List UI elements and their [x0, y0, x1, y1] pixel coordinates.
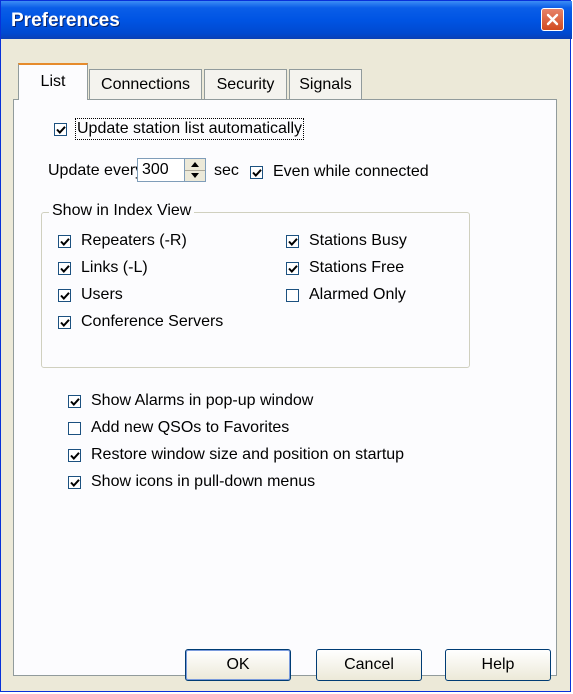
links-checkbox[interactable]: Links (-L) — [58, 259, 148, 277]
index-view-group-title: Show in Index View — [49, 202, 195, 220]
conference-servers-checkbox[interactable]: Conference Servers — [58, 313, 223, 331]
users-label: Users — [81, 286, 123, 303]
checkbox-box[interactable] — [68, 448, 81, 462]
show-alarms-popup-checkbox[interactable]: Show Alarms in pop-up window — [68, 392, 313, 410]
update-automatically-label: Update station list automatically — [75, 118, 304, 140]
index-view-group: Show in Index View Repeaters (-R) Links … — [41, 202, 470, 368]
checkbox-box[interactable] — [68, 475, 81, 489]
even-while-connected-checkbox[interactable]: Even while connected — [250, 163, 429, 181]
add-qsos-favorites-checkbox[interactable]: Add new QSOs to Favorites — [68, 419, 289, 437]
checkmark-icon — [60, 318, 70, 327]
add-qsos-favorites-label: Add new QSOs to Favorites — [91, 419, 290, 436]
checkbox-box[interactable] — [58, 261, 71, 275]
checkbox-box[interactable] — [68, 421, 81, 435]
ok-button[interactable]: OK — [185, 649, 291, 681]
checkbox-box[interactable] — [286, 288, 299, 302]
checkbox-box[interactable] — [286, 234, 299, 248]
update-every-label: Update every — [48, 162, 144, 179]
alarmed-only-checkbox[interactable]: Alarmed Only — [286, 286, 406, 304]
stations-free-checkbox[interactable]: Stations Free — [286, 259, 404, 277]
dialog-client-area: List Connections Security Signals Update… — [5, 39, 566, 687]
checkmark-icon — [70, 451, 80, 460]
links-label: Links (-L) — [81, 259, 148, 276]
checkbox-box[interactable] — [58, 315, 71, 329]
tab-panel-list: Update station list automatically Update… — [13, 99, 557, 676]
checkmark-icon — [70, 397, 80, 406]
show-icons-menus-label: Show icons in pull-down menus — [91, 473, 316, 490]
restore-window-label: Restore window size and position on star… — [91, 446, 405, 463]
tab-list[interactable]: List — [18, 63, 88, 100]
preferences-dialog: Preferences List Connections Security Si… — [0, 0, 572, 692]
tab-connections-label: Connections — [101, 76, 190, 93]
update-every-unit: sec — [214, 162, 239, 179]
spin-down-button[interactable] — [185, 170, 205, 181]
checkmark-icon — [60, 237, 70, 246]
tab-signals[interactable]: Signals — [289, 69, 362, 99]
checkmark-icon — [288, 237, 298, 246]
checkmark-icon — [70, 478, 80, 487]
arrow-up-icon — [191, 162, 199, 167]
title-bar[interactable]: Preferences — [1, 1, 572, 39]
restore-window-checkbox[interactable]: Restore window size and position on star… — [68, 446, 404, 464]
close-button[interactable] — [541, 8, 564, 31]
tab-signals-label: Signals — [299, 76, 352, 93]
update-interval-spinner[interactable] — [185, 158, 206, 182]
close-icon — [546, 13, 559, 26]
repeaters-checkbox[interactable]: Repeaters (-R) — [58, 232, 187, 250]
stations-busy-label: Stations Busy — [309, 232, 407, 249]
tab-connections[interactable]: Connections — [89, 69, 202, 99]
window-title: Preferences — [11, 10, 120, 31]
repeaters-label: Repeaters (-R) — [81, 232, 187, 249]
even-while-connected-label: Even while connected — [273, 163, 429, 180]
alarmed-only-label: Alarmed Only — [309, 286, 406, 303]
tab-security-label: Security — [216, 76, 275, 93]
users-checkbox[interactable]: Users — [58, 286, 123, 304]
checkmark-icon — [56, 125, 66, 134]
checkbox-box[interactable] — [286, 261, 299, 275]
tab-list-label: List — [40, 73, 66, 90]
checkbox-box[interactable] — [250, 165, 263, 179]
checkbox-box[interactable] — [68, 394, 81, 408]
show-alarms-popup-label: Show Alarms in pop-up window — [91, 392, 314, 409]
update-interval-input[interactable]: 300 — [137, 158, 185, 182]
checkmark-icon — [60, 264, 70, 273]
stations-busy-checkbox[interactable]: Stations Busy — [286, 232, 407, 250]
checkbox-box[interactable] — [58, 234, 71, 248]
checkbox-box[interactable] — [58, 288, 71, 302]
stations-free-label: Stations Free — [309, 259, 405, 276]
checkmark-icon — [288, 264, 298, 273]
arrow-down-icon — [191, 173, 199, 178]
tab-security[interactable]: Security — [204, 69, 287, 99]
checkbox-box[interactable] — [54, 122, 67, 136]
checkmark-icon — [60, 291, 70, 300]
help-button[interactable]: Help — [445, 649, 551, 681]
cancel-button[interactable]: Cancel — [316, 649, 422, 681]
checkmark-icon — [252, 168, 262, 177]
update-automatically-checkbox[interactable]: Update station list automatically — [54, 118, 304, 140]
show-icons-menus-checkbox[interactable]: Show icons in pull-down menus — [68, 473, 315, 491]
conference-servers-label: Conference Servers — [81, 313, 224, 330]
